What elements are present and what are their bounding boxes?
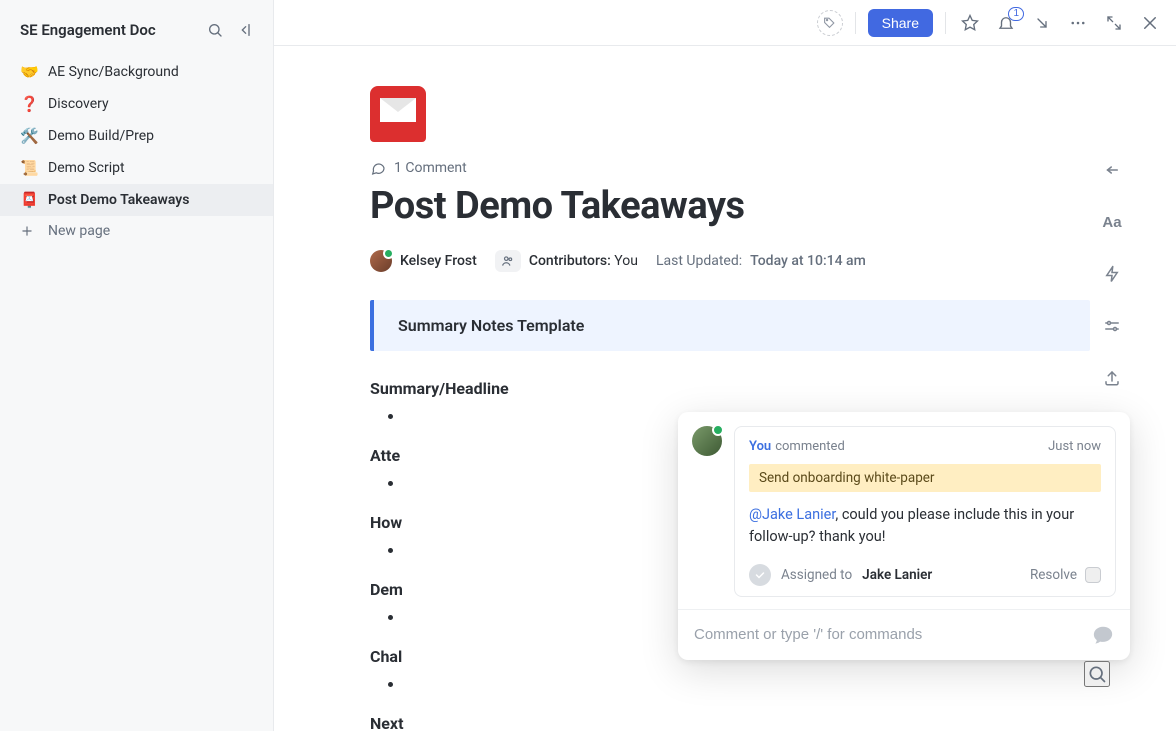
contributors-label: Contributors:	[529, 253, 611, 269]
comment-quoted-text: Send onboarding white-paper	[749, 464, 1101, 492]
comment-author: You	[749, 439, 771, 454]
sidebar: SE Engagement Doc 🤝 AE Sync/Background ❓…	[0, 0, 274, 731]
doc-workspace-title: SE Engagement Doc	[20, 21, 195, 39]
main: Share 1	[274, 0, 1176, 731]
comment-icon	[370, 160, 386, 176]
more-button[interactable]	[1066, 11, 1090, 35]
assignee-name[interactable]: Jake Lanier	[862, 567, 932, 583]
last-updated-chip: Last Updated: Today at 10:14 am	[656, 253, 866, 269]
plus-icon	[20, 224, 38, 238]
sidebar-item-demo-script[interactable]: 📜 Demo Script	[0, 152, 273, 184]
contributors-value: You	[614, 253, 638, 269]
handshake-icon: 🤝	[20, 63, 38, 81]
close-icon	[1141, 14, 1159, 32]
sidebar-new-page[interactable]: New page	[0, 216, 273, 246]
sidebar-search-button[interactable]	[203, 18, 227, 42]
author-chip[interactable]: Kelsey Frost	[370, 250, 477, 272]
expand-button[interactable]	[1102, 11, 1126, 35]
comment-input[interactable]	[694, 626, 1082, 643]
page-search-button[interactable]	[1084, 661, 1110, 687]
chat-bubble-icon	[1092, 624, 1114, 646]
sidebar-item-label: Demo Build/Prep	[48, 128, 154, 144]
send-comment-button[interactable]	[1092, 624, 1114, 646]
sidebar-item-post-demo-takeaways[interactable]: 📮 Post Demo Takeaways	[0, 184, 273, 216]
page-title[interactable]: Post Demo Takeaways	[370, 184, 1090, 228]
last-updated-value: Today at 10:14 am	[750, 253, 866, 269]
sidebar-item-label: Post Demo Takeaways	[48, 192, 189, 208]
comment-input-row	[678, 609, 1130, 660]
sidebar-item-discovery[interactable]: ❓ Discovery	[0, 88, 273, 120]
notification-badge: 1	[1008, 7, 1024, 21]
rail-outdent-button[interactable]	[1098, 156, 1126, 184]
bolt-icon	[1103, 265, 1121, 283]
topbar: Share 1	[274, 0, 1176, 46]
comment-header: You commented Just now	[749, 439, 1101, 454]
share-button[interactable]: Share	[868, 9, 933, 37]
collapse-icon	[239, 22, 255, 38]
contributors-chip[interactable]: Contributors: You	[495, 250, 638, 272]
question-icon: ❓	[20, 95, 38, 113]
sidebar-header: SE Engagement Doc	[0, 10, 273, 56]
close-button[interactable]	[1138, 11, 1162, 35]
user-mention[interactable]: @Jake Lanier	[749, 506, 835, 523]
comment-popover: You commented Just now Send onboarding w…	[678, 412, 1130, 660]
doc-meta: Kelsey Frost Contributors: You Last Upda…	[370, 250, 1090, 272]
outdent-icon	[1103, 161, 1121, 179]
download-icon	[1034, 15, 1050, 31]
resolve-checkbox[interactable]	[1085, 567, 1101, 583]
avatar	[692, 426, 722, 456]
tag-button[interactable]	[817, 10, 843, 36]
section-heading-next[interactable]: Next	[370, 714, 1090, 731]
callout-text: Summary Notes Template	[398, 316, 584, 335]
sidebar-collapse-button[interactable]	[235, 18, 259, 42]
sidebar-item-label: Demo Script	[48, 160, 125, 176]
avatar	[370, 250, 392, 272]
contributors-icon	[495, 250, 521, 272]
sidebar-item-label: New page	[48, 223, 110, 239]
comment-body: @Jake Lanier, could you please include t…	[749, 504, 1101, 548]
comment-count[interactable]: 1 Comment	[370, 160, 1090, 176]
typography-icon: Aa	[1102, 214, 1121, 231]
section-heading-summary[interactable]: Summary/Headline	[370, 379, 1090, 398]
sidebar-nav-list: 🤝 AE Sync/Background ❓ Discovery 🛠️ Demo…	[0, 56, 273, 246]
topbar-divider	[855, 12, 856, 34]
topbar-divider	[945, 12, 946, 34]
resolve-label: Resolve	[1030, 567, 1077, 583]
comment-verb: commented	[775, 439, 845, 454]
sidebar-item-demo-build[interactable]: 🛠️ Demo Build/Prep	[0, 120, 273, 152]
tag-icon	[823, 16, 836, 29]
tools-icon: 🛠️	[20, 127, 38, 145]
download-button[interactable]	[1030, 11, 1054, 35]
author-name: Kelsey Frost	[400, 253, 477, 269]
search-icon	[207, 22, 223, 38]
star-icon	[961, 14, 979, 32]
summary-template-callout[interactable]: Summary Notes Template	[370, 300, 1090, 351]
favorite-button[interactable]	[958, 11, 982, 35]
notifications-button[interactable]: 1	[994, 11, 1018, 35]
upload-icon	[1103, 369, 1121, 387]
assigned-to-label: Assigned to	[781, 567, 852, 583]
list-item[interactable]	[404, 672, 1090, 696]
rail-automation-button[interactable]	[1098, 260, 1126, 288]
scroll-icon: 📜	[20, 159, 38, 177]
sidebar-item-label: AE Sync/Background	[48, 64, 179, 80]
comment-time: Just now	[1048, 439, 1101, 454]
last-updated-label: Last Updated:	[656, 253, 742, 269]
page-emoji-postbox[interactable]	[370, 86, 426, 142]
comment-card: You commented Just now Send onboarding w…	[734, 426, 1116, 597]
postbox-icon: 📮	[20, 191, 38, 209]
ellipsis-icon	[1069, 14, 1087, 32]
sidebar-item-ae-sync[interactable]: 🤝 AE Sync/Background	[0, 56, 273, 88]
search-icon	[1087, 664, 1107, 684]
section-list[interactable]	[370, 672, 1090, 696]
sidebar-item-label: Discovery	[48, 96, 109, 112]
rail-export-button[interactable]	[1098, 364, 1126, 392]
comment-count-label: 1 Comment	[394, 160, 467, 176]
sliders-icon	[1103, 317, 1121, 335]
expand-icon	[1106, 15, 1122, 31]
rail-configure-button[interactable]	[1098, 312, 1126, 340]
rail-typography-button[interactable]: Aa	[1098, 208, 1126, 236]
comment-footer: Assigned to Jake Lanier Resolve	[749, 560, 1101, 586]
assigned-check-icon	[749, 564, 771, 586]
